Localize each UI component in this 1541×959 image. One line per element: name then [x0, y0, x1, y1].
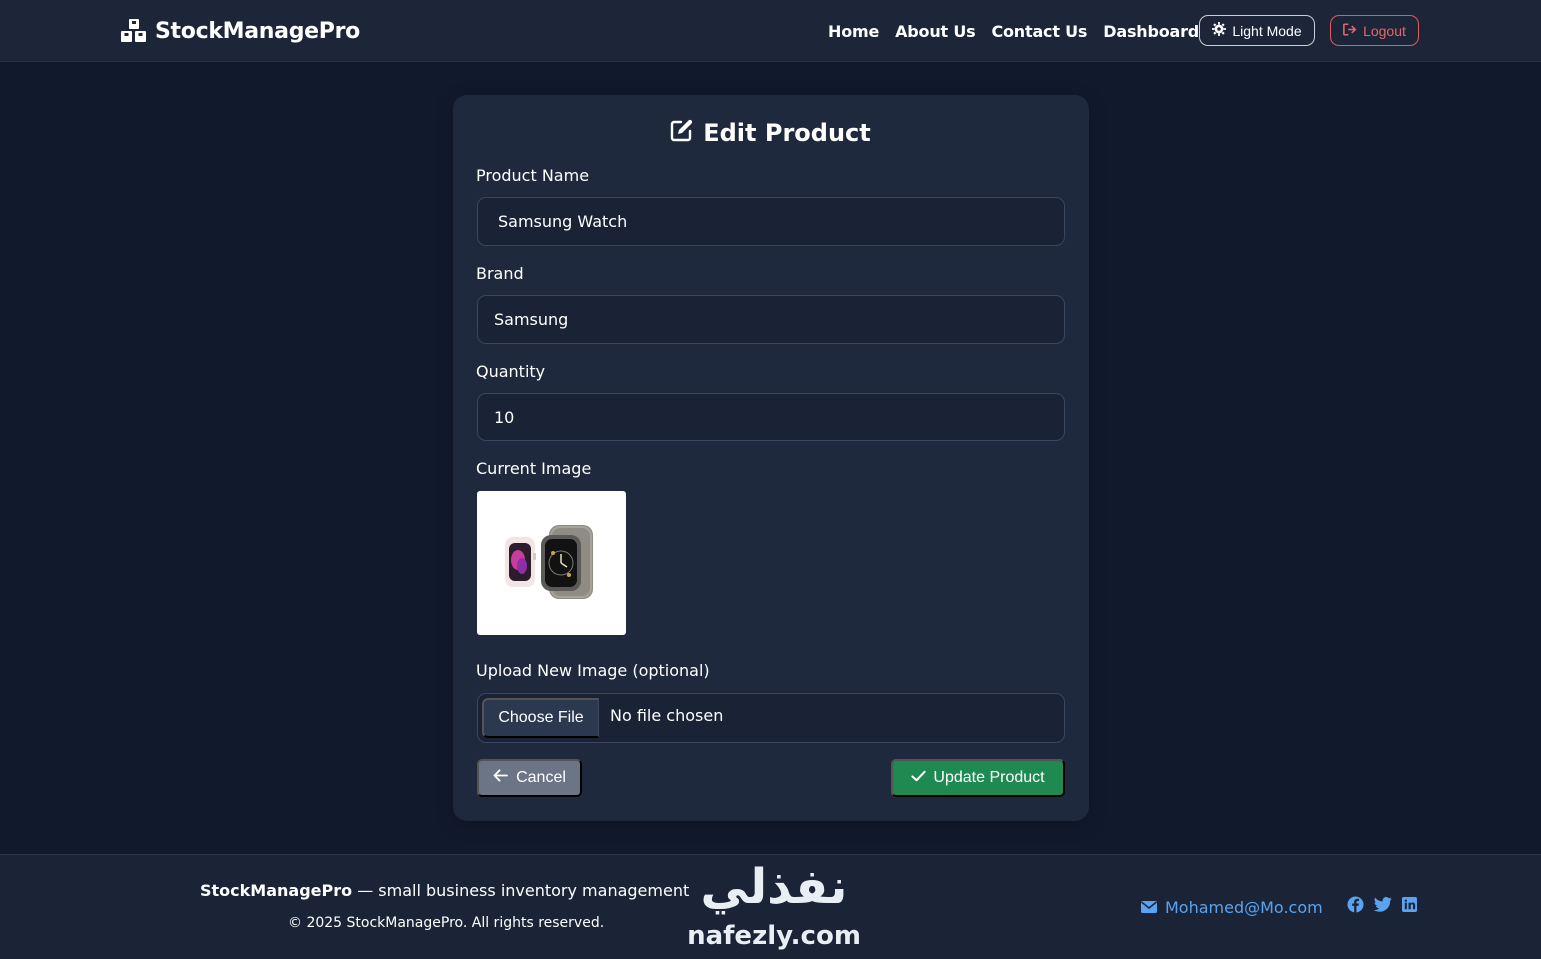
- file-status-text: No file chosen: [610, 706, 724, 725]
- watermark-latin: nafezly.com: [687, 921, 861, 951]
- logout-label: Logout: [1363, 22, 1406, 39]
- product-name-input[interactable]: Samsung Watch: [477, 197, 1065, 246]
- brand-value: Samsung: [494, 310, 569, 329]
- product-name-value: Samsung Watch: [498, 212, 628, 231]
- brand-input[interactable]: Samsung: [477, 295, 1065, 344]
- light-mode-button[interactable]: Light Mode: [1199, 15, 1315, 46]
- footer-brand: StockManagePro: [200, 881, 353, 900]
- light-mode-label: Light Mode: [1232, 22, 1302, 39]
- quantity-input[interactable]: 10: [477, 393, 1065, 441]
- nav-link-about[interactable]: About Us: [895, 22, 976, 41]
- logout-button[interactable]: Logout: [1330, 15, 1419, 46]
- arrow-left-icon: [493, 769, 509, 787]
- brand-name: StockManagePro: [155, 18, 360, 44]
- nav-links: Home About Us Contact Us Dashboard: [828, 19, 1199, 43]
- smartwatch-image: [504, 525, 593, 599]
- nav-link-contact[interactable]: Contact Us: [991, 22, 1087, 41]
- boxes-icon: [121, 19, 147, 43]
- linkedin-icon[interactable]: [1402, 896, 1417, 916]
- upload-image-label: Upload New Image (optional): [476, 661, 710, 680]
- sign-out-icon: [1343, 22, 1357, 39]
- check-icon: [911, 769, 927, 787]
- edit-icon: [670, 118, 694, 148]
- envelope-icon: [1141, 898, 1157, 917]
- nav-link-home[interactable]: Home: [828, 22, 879, 41]
- quantity-value: 10: [494, 407, 515, 427]
- update-product-button[interactable]: Update Product: [891, 759, 1065, 797]
- twitter-icon[interactable]: [1373, 896, 1392, 916]
- nafezly-watermark: نفذلي nafezly.com: [676, 858, 872, 958]
- watermark-arabic: نفذلي: [700, 859, 850, 915]
- footer-tagline-text: — small business inventory management: [357, 881, 690, 900]
- footer-email-link[interactable]: Mohamed@Mo.com: [1141, 896, 1323, 918]
- page-title: Edit Product: [0, 117, 1541, 149]
- top-navbar: StockManagePro Home About Us Contact Us …: [0, 0, 1541, 62]
- social-links: [1347, 895, 1417, 917]
- page-title-text: Edit Product: [703, 119, 871, 147]
- current-product-image: [477, 491, 626, 635]
- gear-icon: [1212, 22, 1227, 39]
- quantity-label: Quantity: [476, 362, 546, 381]
- footer-copyright: © 2025 StockManagePro. All rights reserv…: [288, 915, 605, 931]
- footer-tagline: StockManagePro — small business inventor…: [200, 881, 689, 900]
- facebook-icon[interactable]: [1347, 895, 1364, 917]
- current-image-label: Current Image: [476, 459, 592, 478]
- cancel-label: Cancel: [516, 769, 566, 786]
- brand-label: Brand: [476, 264, 524, 283]
- product-name-label: Product Name: [476, 166, 590, 185]
- footer-email-text: Mohamed@Mo.com: [1165, 897, 1323, 917]
- brand-logo-link[interactable]: StockManagePro: [121, 16, 360, 46]
- nav-link-dashboard[interactable]: Dashboard: [1103, 22, 1199, 41]
- choose-file-button[interactable]: Choose File: [482, 698, 599, 738]
- cancel-button[interactable]: Cancel: [477, 759, 582, 797]
- update-product-label: Update Product: [933, 769, 1045, 786]
